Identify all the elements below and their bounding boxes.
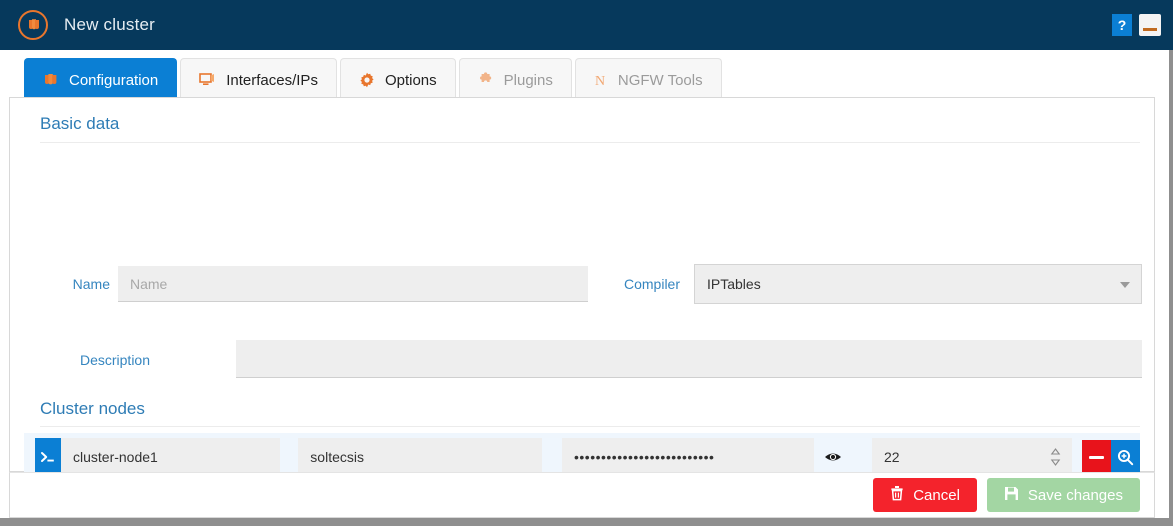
cluster-nodes-title: Cluster nodes — [40, 399, 145, 418]
tab-options[interactable]: Options — [339, 58, 456, 101]
ngfw-letter-icon: N — [594, 72, 608, 88]
compiler-selected-value: IPTables — [694, 264, 1142, 304]
description-label: Description — [79, 352, 150, 368]
description-input[interactable] — [236, 340, 1142, 378]
compiler-label: Compiler — [623, 276, 680, 292]
search-plus-icon — [1117, 449, 1134, 465]
window-title: New cluster — [64, 15, 156, 34]
save-changes-button-label: Save changes — [1027, 486, 1123, 504]
basic-data-title: Basic data — [40, 114, 120, 133]
firewall-shield-icon — [43, 72, 59, 88]
tab-configuration[interactable]: Configuration — [24, 58, 178, 101]
minus-icon — [1089, 455, 1104, 459]
find-node-button[interactable] — [1111, 440, 1140, 474]
tab-label: Plugins — [503, 71, 553, 89]
titlebar-actions: ? — [1112, 0, 1161, 50]
row-actions — [1082, 440, 1140, 474]
monitor-icon — [199, 72, 216, 88]
tab-interfaces-ips[interactable]: Interfaces/IPs — [180, 58, 337, 101]
dialog-footer: Cancel Save changes — [9, 472, 1155, 518]
ssh-password-wrapper — [562, 438, 841, 476]
floppy-save-icon — [1004, 486, 1019, 505]
tab-label: Configuration — [69, 71, 159, 89]
svg-text:N: N — [595, 74, 605, 88]
cancel-button-label: Cancel — [913, 486, 960, 504]
window-titlebar: New cluster ? — [0, 0, 1173, 50]
ssh-user-input[interactable] — [298, 438, 542, 476]
tab-ngfw-tools[interactable]: N NGFW Tools — [574, 58, 722, 101]
eye-icon[interactable] — [824, 448, 842, 466]
new-cluster-dialog: New cluster ? Configuration Interfaces/I… — [0, 0, 1173, 526]
compiler-select[interactable]: IPTables — [694, 264, 1142, 304]
node-name-input[interactable] — [61, 438, 281, 476]
name-label: Name — [72, 276, 110, 292]
basic-data-divider — [40, 142, 1140, 143]
puzzle-piece-icon — [478, 72, 494, 88]
ssh-password-input[interactable] — [562, 438, 814, 476]
cluster-nodes-divider — [40, 426, 1140, 427]
cancel-button[interactable]: Cancel — [873, 478, 977, 512]
remove-node-button[interactable] — [1082, 440, 1111, 474]
tab-label: Options — [384, 71, 437, 89]
terminal-icon[interactable] — [35, 438, 61, 476]
ssh-port-input[interactable] — [872, 438, 1072, 476]
firewall-shield-icon — [18, 10, 48, 40]
window-bottom-border — [0, 518, 1173, 526]
gear-icon — [359, 72, 375, 88]
configuration-panel: Basic data Name Compiler IPTables Descri… — [9, 97, 1155, 526]
tab-plugins[interactable]: Plugins — [458, 58, 572, 101]
ssh-port-wrapper — [872, 438, 1072, 476]
name-input[interactable] — [118, 266, 588, 302]
help-icon[interactable]: ? — [1112, 14, 1132, 36]
tab-label: Interfaces/IPs — [226, 71, 318, 89]
window-right-border — [1169, 50, 1173, 518]
minimize-icon[interactable] — [1139, 14, 1161, 36]
number-spinner-icon[interactable] — [1048, 446, 1062, 468]
tab-label: NGFW Tools — [617, 71, 703, 89]
trash-icon — [890, 485, 904, 505]
tab-strip: Configuration Interfaces/IPs Options Plu… — [0, 50, 1173, 101]
save-changes-button[interactable]: Save changes — [986, 478, 1140, 512]
